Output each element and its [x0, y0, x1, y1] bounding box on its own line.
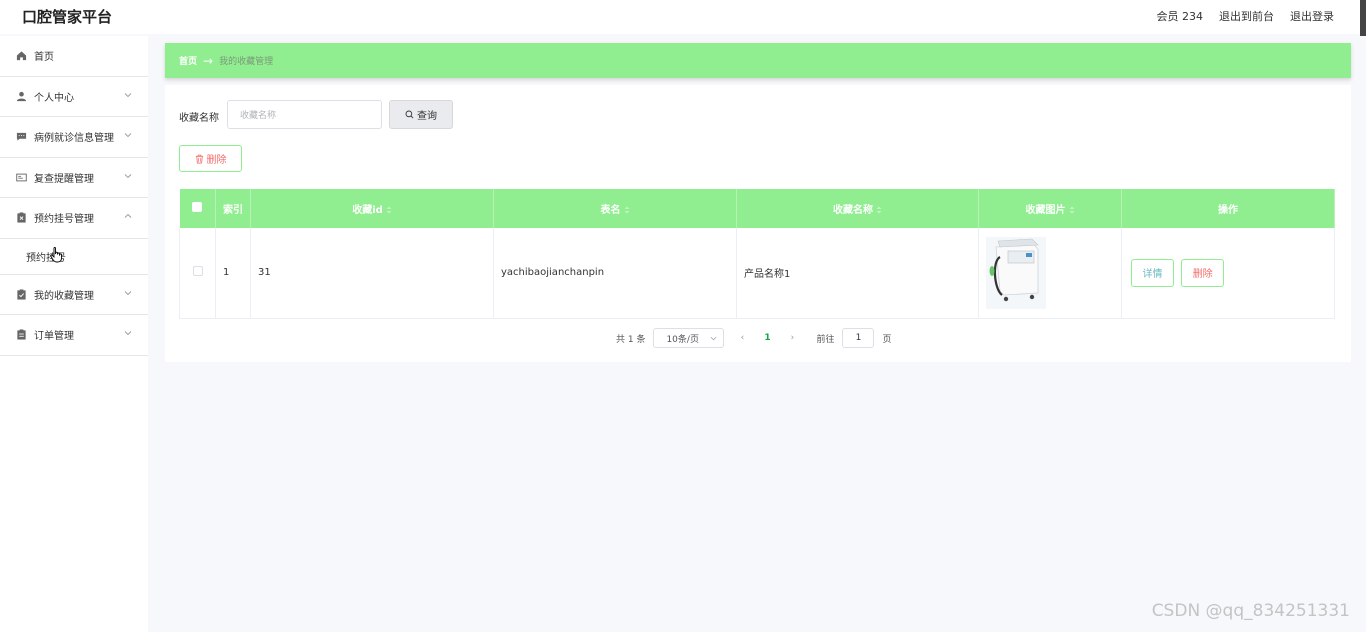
select-all-checkbox[interactable]	[192, 202, 203, 212]
scrollbar[interactable]	[1360, 0, 1366, 36]
batch-delete-label: 删除	[206, 155, 227, 166]
next-page-button[interactable]: ›	[782, 333, 802, 343]
sidebar-item-label: 首页	[34, 52, 54, 64]
chevron-down-icon	[124, 92, 132, 97]
chevron-down-icon	[124, 133, 132, 138]
sidebar-item-my-favorites[interactable]: 我的收藏管理	[0, 275, 148, 315]
cell-actions: 详情 删除	[1121, 228, 1335, 319]
sort-icon[interactable]	[386, 206, 392, 214]
header-fav-name[interactable]: 收藏名称	[736, 189, 979, 228]
sort-icon[interactable]	[1069, 206, 1075, 214]
cell-table-name: yachibaojianchanpin	[493, 228, 737, 319]
cell-fav-name: 产品名称1	[736, 228, 979, 319]
search-placeholder: 收藏名称	[240, 111, 277, 121]
sidebar: 首页 个人中心 病例就诊信息管理 复查提醒管理 预约挂号管理 预约挂号 我的收藏…	[0, 36, 148, 632]
header-table-name-label: 表名	[600, 205, 621, 216]
breadcrumb-current: 我的收藏管理	[219, 57, 274, 67]
clipboard-check-icon	[17, 289, 26, 300]
table-header-row: 索引 收藏id 表名 收藏名称 收藏图片 操作	[179, 189, 1335, 228]
header-fav-name-label: 收藏名称	[833, 205, 873, 216]
sidebar-item-label: 复查提醒管理	[34, 173, 94, 185]
sidebar-item-recheck-reminder[interactable]: 复查提醒管理	[0, 158, 148, 198]
header-index-label: 索引	[223, 205, 243, 216]
detail-button[interactable]: 详情	[1131, 258, 1174, 287]
breadcrumb-home[interactable]: 首页	[179, 54, 197, 67]
sidebar-item-orders[interactable]: 订单管理	[0, 315, 148, 356]
header-fav-image[interactable]: 收藏图片	[978, 189, 1122, 228]
header-fav-id-label: 收藏id	[352, 205, 383, 216]
sidebar-item-label: 预约挂号管理	[34, 214, 94, 226]
sort-icon[interactable]	[876, 206, 882, 214]
user-icon	[16, 91, 27, 101]
page-suffix: 页	[882, 334, 892, 345]
row-select[interactable]	[179, 228, 216, 319]
header-action-label: 操作	[1218, 205, 1238, 216]
cell-fav-image	[978, 228, 1122, 319]
document-icon	[17, 329, 26, 340]
row-delete-button[interactable]: 删除	[1181, 258, 1225, 287]
sidebar-item-case-records[interactable]: 病例就诊信息管理	[0, 117, 148, 158]
sort-icon[interactable]	[624, 206, 630, 214]
sidebar-subitem-appointment[interactable]: 预约挂号	[0, 239, 148, 275]
to-front-link[interactable]: 退出到前台	[1219, 8, 1274, 24]
prev-page-button[interactable]: ‹	[732, 333, 752, 343]
header-actions: 会员 234 退出到前台 退出登录	[1157, 8, 1335, 24]
search-icon	[405, 110, 414, 119]
sidebar-item-label: 病例就诊信息管理	[34, 133, 114, 145]
goto-label: 前往	[816, 334, 835, 345]
cell-fav-id: 31	[250, 228, 494, 319]
pagination-total: 共 1 条	[616, 334, 646, 345]
page-size-select[interactable]: 10条/页	[653, 328, 725, 348]
search-label: 收藏名称	[179, 113, 219, 124]
hand-cursor-icon	[50, 247, 62, 263]
logout-link[interactable]: 退出登录	[1290, 8, 1334, 24]
sidebar-item-label: 订单管理	[34, 331, 74, 343]
home-icon	[16, 51, 27, 61]
header-fav-id[interactable]: 收藏id	[250, 189, 494, 228]
pagination: 共 1 条 10条/页 ‹ 1 › 前往 1 页	[616, 328, 891, 348]
header-index: 索引	[215, 189, 251, 228]
goto-page-value: 1	[855, 333, 862, 343]
chevron-down-icon	[124, 331, 132, 336]
sidebar-item-label: 个人中心	[34, 92, 74, 104]
product-image[interactable]	[986, 236, 1046, 309]
header-select-all[interactable]	[179, 189, 216, 228]
breadcrumb-arrow: →	[203, 53, 214, 68]
query-button-label: 查询	[417, 111, 437, 122]
page-number-current[interactable]: 1	[760, 333, 774, 343]
trash-icon	[195, 154, 203, 163]
chevron-up-icon	[124, 213, 132, 218]
table-row: 1 31 yachibaojianchanpin 产品名称1 详情 删除	[179, 228, 1335, 319]
batch-delete-button[interactable]: 删除	[179, 145, 242, 172]
row-checkbox[interactable]	[192, 266, 203, 277]
sidebar-item-personal-center[interactable]: 个人中心	[0, 77, 148, 117]
goto-page-input[interactable]: 1	[842, 328, 875, 348]
cell-index: 1	[215, 228, 251, 319]
breadcrumb: 首页 → 我的收藏管理	[165, 43, 1351, 78]
search-input[interactable]: 收藏名称	[227, 100, 382, 129]
chevron-down-icon	[711, 336, 717, 341]
page-size-value: 10条/页	[666, 334, 699, 345]
favorites-table: 索引 收藏id 表名 收藏名称 收藏图片 操作 1 31 yachibaojia…	[179, 189, 1335, 319]
header-action: 操作	[1121, 189, 1335, 228]
clipboard-x-icon	[17, 212, 26, 223]
header-table-name[interactable]: 表名	[493, 189, 737, 228]
sidebar-item-home[interactable]: 首页	[0, 36, 148, 77]
top-header: 口腔管家平台 会员 234 退出到前台 退出登录	[0, 0, 1366, 34]
card-icon	[16, 173, 27, 182]
sidebar-item-appointment[interactable]: 预约挂号管理	[0, 198, 148, 239]
user-label: 会员 234	[1156, 10, 1204, 23]
header-fav-image-label: 收藏图片	[1025, 205, 1066, 216]
query-button[interactable]: 查询	[389, 100, 453, 129]
brand-title: 口腔管家平台	[22, 8, 113, 26]
chevron-down-icon	[124, 173, 132, 178]
message-icon	[16, 133, 27, 141]
sidebar-item-label: 我的收藏管理	[34, 290, 94, 302]
chevron-down-icon	[124, 290, 132, 295]
main-panel: 收藏名称 收藏名称 查询 删除 索引 收藏id 表名 收藏名称 收藏图片 操作 …	[165, 85, 1351, 362]
watermark: CSDN @qq_834251331	[1151, 601, 1350, 621]
